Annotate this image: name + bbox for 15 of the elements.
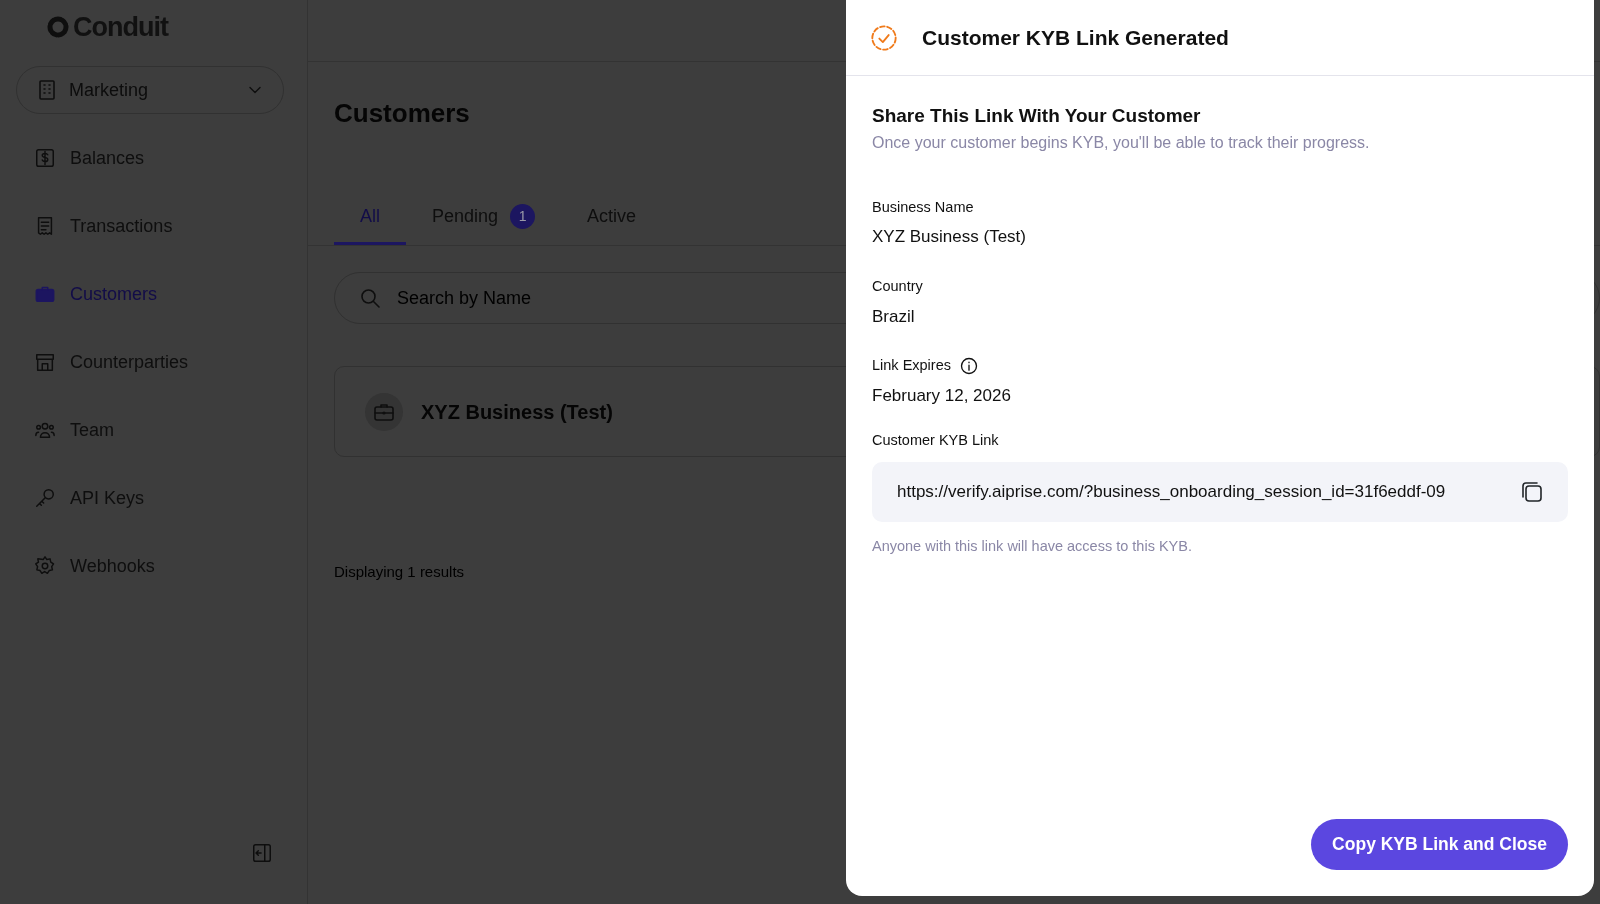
field-value: February 12, 2026 (872, 384, 1012, 407)
field-label: Country (872, 276, 923, 296)
field-label: Customer KYB Link (872, 431, 1000, 451)
section-heading: Share This Link With Your Customer (872, 104, 1202, 128)
field-value: Brazil (872, 305, 916, 328)
field-value: XYZ Business (Test) (872, 226, 1027, 249)
results-count: Displaying 1 results (334, 562, 465, 582)
page-title: Customers (334, 97, 470, 130)
field-label: Link Expires (872, 356, 951, 375)
field-label: Business Name (872, 197, 974, 217)
section-description: Once your customer begins KYB, you'll be able to track their progress. (872, 132, 1371, 153)
drawer-title: Customer KYB Link Generated (922, 24, 1229, 51)
helper-text: Anyone with this link will have access to this KYB. (872, 537, 1193, 556)
customer-name: XYZ Business (Test) (421, 399, 613, 425)
count-badge: 1 (510, 204, 536, 229)
